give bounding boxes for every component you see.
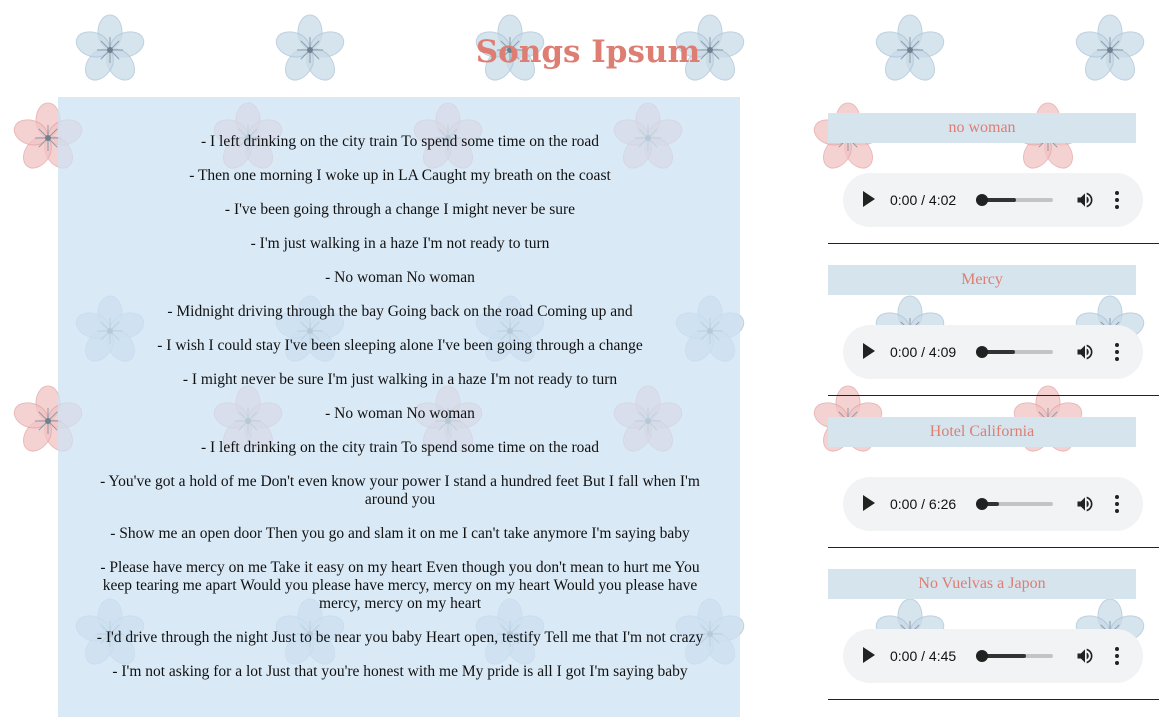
play-icon[interactable] bbox=[863, 647, 875, 663]
lyric-line: - I left drinking on the city train To s… bbox=[200, 133, 600, 150]
volume-icon[interactable] bbox=[1075, 190, 1095, 210]
seek-slider[interactable] bbox=[976, 194, 1053, 206]
lyric-line: - You've got a hold of me Don't even kno… bbox=[100, 473, 700, 508]
lyric-line: - I'm not asking for a lot Just that you… bbox=[112, 663, 688, 680]
lyrics-list: - I left drinking on the city train To s… bbox=[86, 133, 714, 697]
seek-thumb[interactable] bbox=[976, 346, 988, 358]
time-display: 0:00 / 4:09 bbox=[890, 344, 957, 360]
seek-thumb[interactable] bbox=[976, 498, 988, 510]
volume-icon[interactable] bbox=[1075, 494, 1095, 514]
play-icon[interactable] bbox=[863, 495, 875, 511]
more-vertical-icon[interactable] bbox=[1113, 646, 1121, 666]
lyric-line: - I might never be sure I'm just walking… bbox=[182, 371, 618, 388]
time-display: 0:00 / 6:26 bbox=[890, 496, 957, 512]
song-title: Hotel California bbox=[828, 417, 1136, 447]
audio-player: 0:00 / 4:45 bbox=[843, 629, 1143, 683]
audio-player: 0:00 / 4:09 bbox=[843, 325, 1143, 379]
lyric-line: - No woman No woman bbox=[325, 269, 475, 286]
lyric-line: - I'd drive through the night Just to be… bbox=[96, 629, 704, 646]
time-display: 0:00 / 4:45 bbox=[890, 648, 957, 664]
song-item: No Vuelvas a Japon 0:00 / 4:45 bbox=[828, 569, 1159, 700]
lyric-line: - I've been going through a change I mig… bbox=[224, 201, 576, 218]
song-title: No Vuelvas a Japon bbox=[828, 569, 1136, 599]
song-item: Hotel California 0:00 / 6:26 bbox=[828, 417, 1159, 548]
divider bbox=[828, 243, 1159, 244]
lyrics-panel: - I left drinking on the city train To s… bbox=[58, 97, 740, 717]
lyric-line: - Please have mercy on me Take it easy o… bbox=[100, 559, 700, 612]
lyric-line: - No woman No woman bbox=[325, 405, 475, 422]
seek-slider[interactable] bbox=[976, 346, 1053, 358]
lyric-line: - I'm just walking in a haze I'm not rea… bbox=[250, 235, 550, 252]
play-icon[interactable] bbox=[863, 191, 875, 207]
song-item: Mercy 0:00 / 4:09 bbox=[828, 265, 1159, 396]
divider bbox=[828, 547, 1159, 548]
more-vertical-icon[interactable] bbox=[1113, 494, 1121, 514]
volume-icon[interactable] bbox=[1075, 646, 1095, 666]
seek-thumb[interactable] bbox=[976, 194, 988, 206]
more-vertical-icon[interactable] bbox=[1113, 342, 1121, 362]
seek-thumb[interactable] bbox=[976, 650, 988, 662]
audio-player: 0:00 / 4:02 bbox=[843, 173, 1143, 227]
lyric-line: - Then one morning I woke up in LA Caugh… bbox=[189, 167, 611, 184]
song-title: no woman bbox=[828, 113, 1136, 143]
song-item: no woman 0:00 / 4:02 bbox=[828, 113, 1159, 244]
page-title: Songs Ipsum bbox=[475, 34, 701, 70]
audio-player: 0:00 / 6:26 bbox=[843, 477, 1143, 531]
time-display: 0:00 / 4:02 bbox=[890, 192, 957, 208]
divider bbox=[828, 395, 1159, 396]
more-vertical-icon[interactable] bbox=[1113, 190, 1121, 210]
play-icon[interactable] bbox=[863, 343, 875, 359]
lyric-line: - Midnight driving through the bay Going… bbox=[167, 303, 633, 320]
seek-slider[interactable] bbox=[976, 650, 1053, 662]
seek-slider[interactable] bbox=[976, 498, 1053, 510]
song-title: Mercy bbox=[828, 265, 1136, 295]
volume-icon[interactable] bbox=[1075, 342, 1095, 362]
lyric-line: - I left drinking on the city train To s… bbox=[200, 439, 600, 456]
lyric-line: - I wish I could stay I've been sleeping… bbox=[157, 337, 643, 354]
lyric-line: - Show me an open door Then you go and s… bbox=[110, 525, 690, 542]
